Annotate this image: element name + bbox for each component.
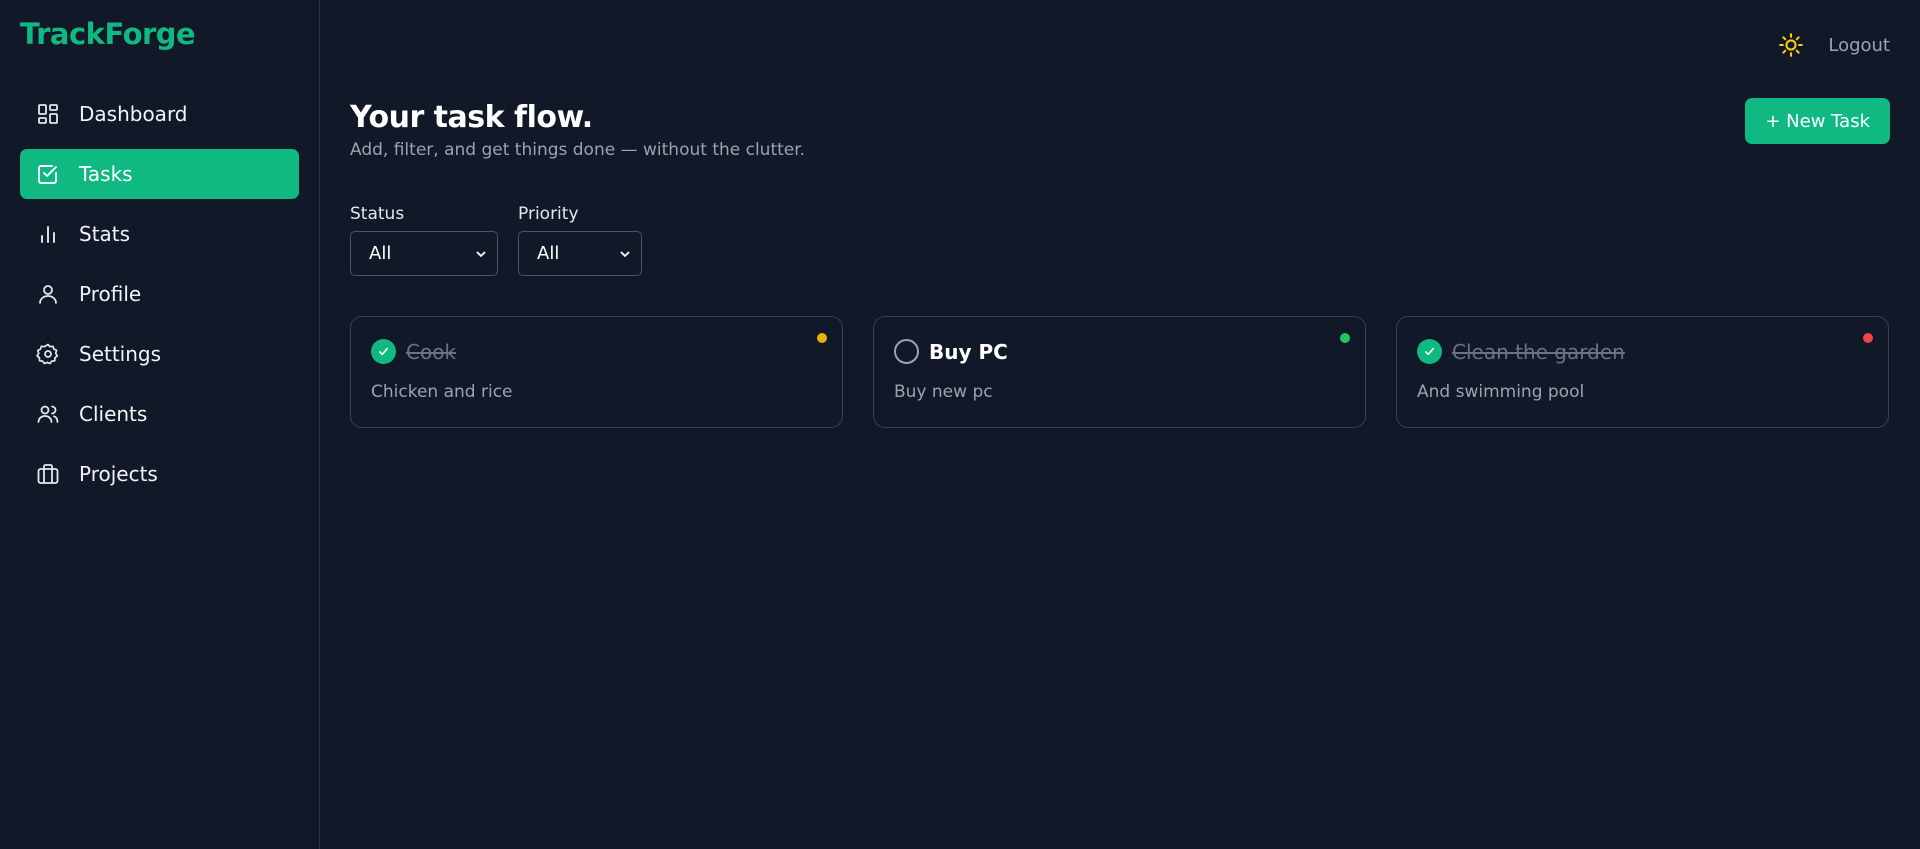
task-card-header: Buy PC [894,339,1345,364]
task-card-header: Clean the garden [1417,339,1868,364]
sidebar-item-label: Tasks [79,162,133,186]
status-select[interactable]: All [350,231,498,276]
task-description: Chicken and rice [371,382,513,402]
check-icon [379,347,388,356]
priority-select[interactable]: All [518,231,642,276]
sidebar: TrackForge Dashboard Tasks Stats Profile… [0,0,320,849]
task-card-header: Cook [371,339,822,364]
task-title: Buy PC [929,339,1008,364]
briefcase-icon [36,462,60,486]
priority-dot [1340,333,1350,343]
sidebar-item-profile[interactable]: Profile [20,269,299,319]
task-description: Buy new pc [894,382,993,402]
page-heading-group: Your task flow. Add, filter, and get thi… [350,100,805,160]
page-subtitle: Add, filter, and get things done — witho… [350,140,806,160]
logout-link[interactable]: Logout [1828,35,1890,56]
priority-select-value: All [537,243,560,264]
task-list: Cook Chicken and rice Buy PC Buy new pc [350,316,1890,428]
sidebar-nav: Dashboard Tasks Stats Profile Settings C… [20,89,299,499]
sidebar-item-label: Settings [79,342,162,366]
topbar: Logout [350,0,1890,90]
sidebar-item-clients[interactable]: Clients [20,389,299,439]
sidebar-item-settings[interactable]: Settings [20,329,299,379]
task-complete-toggle[interactable] [371,339,396,364]
brand-logo[interactable]: TrackForge [20,16,299,52]
tasks-check-icon [36,162,60,186]
user-icon [36,282,60,306]
gear-icon [36,342,60,366]
users-icon [36,402,60,426]
sidebar-item-stats[interactable]: Stats [20,209,299,259]
task-complete-toggle[interactable] [1417,339,1442,364]
priority-dot [1863,333,1873,343]
status-filter-group: Status All [350,204,498,276]
sidebar-item-label: Projects [79,462,158,486]
status-select-value: All [369,243,392,264]
task-card[interactable]: Buy PC Buy new pc [873,316,1366,428]
task-card[interactable]: Cook Chicken and rice [350,316,843,428]
sidebar-item-projects[interactable]: Projects [20,449,299,499]
app-root: TrackForge Dashboard Tasks Stats Profile… [0,0,1920,849]
sidebar-item-label: Clients [79,402,148,426]
task-description: And swimming pool [1417,382,1585,402]
task-title: Clean the garden [1452,339,1625,364]
task-card[interactable]: Clean the garden And swimming pool [1396,316,1889,428]
priority-dot [817,333,827,343]
bar-chart-icon [36,222,60,246]
priority-filter-label: Priority [518,204,579,224]
check-icon [1425,347,1434,356]
sidebar-item-dashboard[interactable]: Dashboard [20,89,299,139]
task-complete-toggle[interactable] [894,339,919,364]
sidebar-item-tasks[interactable]: Tasks [20,149,299,199]
sun-icon[interactable] [1778,32,1804,58]
status-filter-label: Status [350,204,405,224]
page-title: Your task flow. [350,100,593,135]
sidebar-item-label: Profile [79,282,142,306]
page-header: Your task flow. Add, filter, and get thi… [350,98,1890,160]
task-title: Cook [406,339,457,364]
new-task-button[interactable]: + New Task [1745,98,1890,144]
dashboard-icon [36,102,60,126]
chevron-down-icon [475,248,487,260]
main-content: Logout Your task flow. Add, filter, and … [320,0,1920,849]
sidebar-item-label: Dashboard [79,102,188,126]
priority-filter-group: Priority All [518,204,642,276]
chevron-down-icon [619,248,631,260]
filters-bar: Status All Priority All [350,204,1890,276]
sidebar-item-label: Stats [79,222,131,246]
